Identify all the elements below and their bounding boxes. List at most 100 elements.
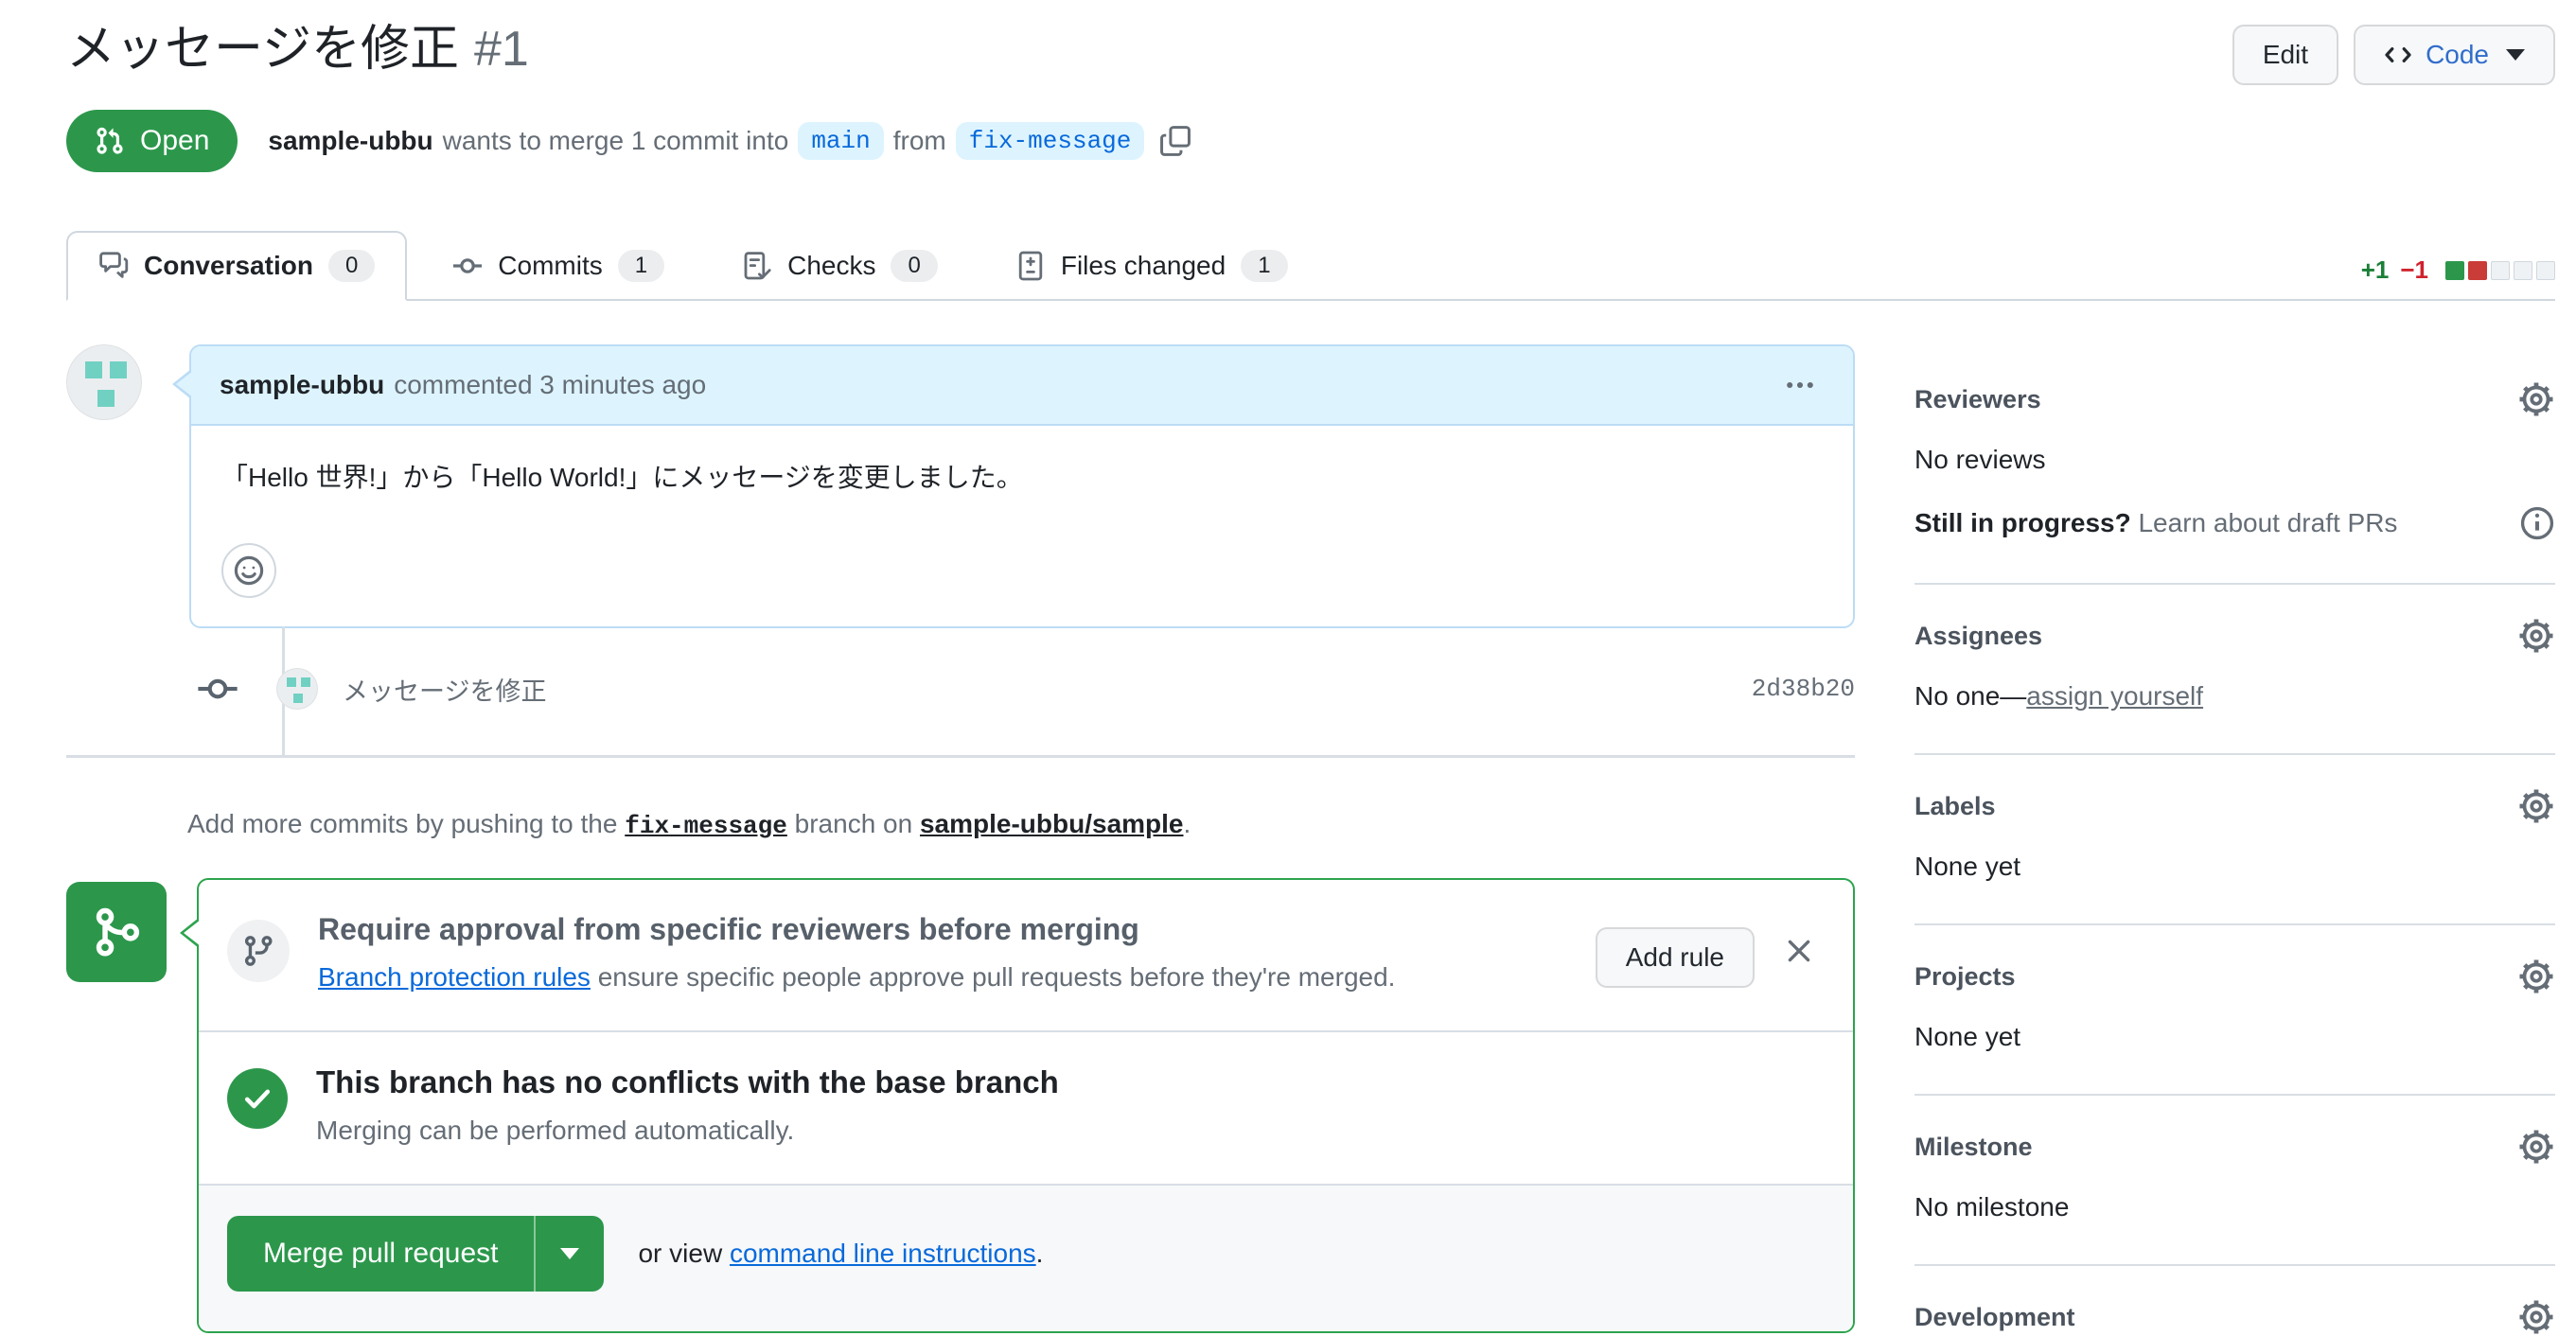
identicon-pixel <box>85 361 102 378</box>
development-heading: Development <box>1914 1302 2075 1331</box>
gear-icon[interactable] <box>2517 787 2555 825</box>
kebab-menu-icon[interactable] <box>1775 360 1825 410</box>
comment-author[interactable]: sample-ubbu <box>220 370 384 400</box>
comment-header: sample-ubbu commented 3 minutes ago <box>191 346 1853 426</box>
comment-text: 「Hello 世界!」から「Hello World!」にメッセージを変更しました… <box>221 463 1023 492</box>
content: sample-ubbu commented 3 minutes ago 「Hel… <box>66 344 2555 1336</box>
diffstat: +1 −1 <box>2361 255 2555 285</box>
commit-sha[interactable]: 2d38b20 <box>1752 675 1855 703</box>
commit-row: メッセージを修正 2d38b20 <box>66 626 1855 755</box>
sidebar-section-assignees: Assignees No one—assign yourself <box>1914 585 2555 755</box>
branch-protection-description: Branch protection rules ensure specific … <box>318 962 1567 993</box>
pr-number: #1 <box>473 22 529 77</box>
add-reaction-button[interactable] <box>221 543 276 598</box>
check-icon <box>227 1068 288 1129</box>
assignees-heading-row[interactable]: Assignees <box>1914 617 2555 655</box>
sidebar-section-milestone: Milestone No milestone <box>1914 1096 2555 1266</box>
gear-icon[interactable] <box>2517 380 2555 418</box>
branch-protection-rules-link[interactable]: Branch protection rules <box>318 962 591 992</box>
comment-body: 「Hello 世界!」から「Hello World!」にメッセージを変更しました… <box>191 426 1853 626</box>
merge-actions-bar: Merge pull request or view command line … <box>199 1184 1853 1331</box>
commit-message[interactable]: メッセージを修正 <box>343 671 546 708</box>
chevron-down-icon <box>560 1248 580 1259</box>
assignees-heading: Assignees <box>1914 621 2043 650</box>
mergeability-section: This branch has no conflicts with the ba… <box>199 1030 1853 1184</box>
push-hint-middle: branch on <box>794 809 913 838</box>
cli-instructions-text: or view command line instructions. <box>638 1239 1043 1269</box>
pr-meta-row: Open sample-ubbu wants to merge 1 commit… <box>66 110 2555 172</box>
tab-files-changed[interactable]: Files changed 1 <box>983 231 1320 301</box>
milestone-heading-row[interactable]: Milestone <box>1914 1128 2555 1166</box>
smiley-icon <box>234 555 264 586</box>
mergeability-heading: This branch has no conflicts with the ba… <box>316 1064 1059 1099</box>
edit-button[interactable]: Edit <box>2232 25 2339 85</box>
add-rule-button[interactable]: Add rule <box>1595 927 1755 988</box>
branch-protection-description-text: ensure specific people approve pull requ… <box>597 962 1396 992</box>
diffstat-block-addition <box>2445 260 2464 280</box>
gear-icon[interactable] <box>2517 617 2555 655</box>
merge-button-label: Merge pull request <box>263 1238 499 1269</box>
tab-label: Files changed <box>1060 251 1226 280</box>
milestone-heading: Milestone <box>1914 1132 2033 1161</box>
tab-commits[interactable]: Commits 1 <box>420 231 697 301</box>
git-commit-icon <box>453 258 483 273</box>
code-button[interactable]: Code <box>2354 25 2555 85</box>
tab-counter: 0 <box>327 250 376 282</box>
command-line-instructions-link[interactable]: command line instructions <box>730 1239 1036 1268</box>
no-one-text: No one— <box>1914 681 2027 711</box>
base-branch-label[interactable]: main <box>798 122 884 160</box>
mergeability-subheading: Merging can be performed automatically. <box>316 1116 795 1145</box>
diffstat-block-neutral <box>2536 260 2555 280</box>
gear-icon[interactable] <box>2517 1128 2555 1166</box>
identicon-pixel <box>287 677 296 687</box>
git-commit-icon <box>197 660 238 717</box>
add-rule-button-label: Add rule <box>1625 942 1724 972</box>
development-heading-row[interactable]: Development <box>1914 1298 2555 1336</box>
merge-options-dropdown[interactable] <box>534 1216 604 1292</box>
repo-link[interactable]: sample-ubbu/sample <box>920 809 1184 838</box>
git-pull-request-icon <box>95 126 125 156</box>
avatar[interactable] <box>66 344 142 420</box>
checklist-icon <box>744 252 771 280</box>
tab-conversation[interactable]: Conversation 0 <box>66 231 408 301</box>
comment-meta: commented 3 minutes ago <box>394 370 707 399</box>
merge-pull-request-button[interactable]: Merge pull request <box>227 1216 605 1292</box>
divider <box>66 755 1855 758</box>
tab-checks[interactable]: Checks 0 <box>710 231 970 301</box>
copy-icon[interactable] <box>1159 125 1191 157</box>
comment-box: sample-ubbu commented 3 minutes ago 「Hel… <box>172 344 1855 628</box>
page-title: メッセージを修正 #1 <box>66 13 529 85</box>
head-branch-label[interactable]: fix-message <box>955 122 1145 160</box>
labels-heading: Labels <box>1914 791 1996 820</box>
identicon-pixel <box>293 694 303 703</box>
assign-yourself-link[interactable]: assign yourself <box>2026 681 2203 711</box>
labels-heading-row[interactable]: Labels <box>1914 787 2555 825</box>
issue-comment: sample-ubbu commented 3 minutes ago 「Hel… <box>66 344 1855 628</box>
close-icon[interactable] <box>1783 935 1815 967</box>
pr-author[interactable]: sample-ubbu <box>268 126 432 156</box>
milestone-empty-text: No milestone <box>1914 1192 2070 1222</box>
summary-text: wants to merge 1 commit into <box>442 126 789 155</box>
git-merge-icon <box>66 882 167 982</box>
avatar[interactable] <box>276 668 318 710</box>
projects-heading-row[interactable]: Projects <box>1914 958 2555 995</box>
pr-tabnav: Conversation 0 Commits 1 Checks 0 Files … <box>66 231 2555 301</box>
head-branch-link[interactable]: fix-message <box>625 812 787 840</box>
mergeability-text: This branch has no conflicts with the ba… <box>316 1064 1059 1146</box>
reviewers-heading: Reviewers <box>1914 384 2041 413</box>
merge-summary: sample-ubbu wants to merge 1 commit into… <box>268 122 1191 160</box>
reviewers-heading-row[interactable]: Reviewers <box>1914 380 2555 418</box>
sidebar-section-labels: Labels None yet <box>1914 755 2555 925</box>
info-icon[interactable] <box>2519 505 2555 541</box>
identicon-pixel <box>110 361 127 378</box>
tab-label: Commits <box>498 251 603 280</box>
deletions-count: −1 <box>2400 255 2428 284</box>
gear-icon[interactable] <box>2517 958 2555 995</box>
gear-icon[interactable] <box>2517 1298 2555 1336</box>
push-hint-prefix: Add more commits by pushing to the <box>187 809 618 838</box>
sidebar-section-projects: Projects None yet <box>1914 925 2555 1096</box>
merge-box: Require approval from specific reviewers… <box>180 878 1855 1333</box>
still-in-progress-text: Still in progress? <box>1914 508 2131 537</box>
learn-about-draft-prs-link[interactable]: Learn about draft PRs <box>2138 508 2397 537</box>
pr-header: メッセージを修正 #1 Edit Code <box>66 13 2555 85</box>
